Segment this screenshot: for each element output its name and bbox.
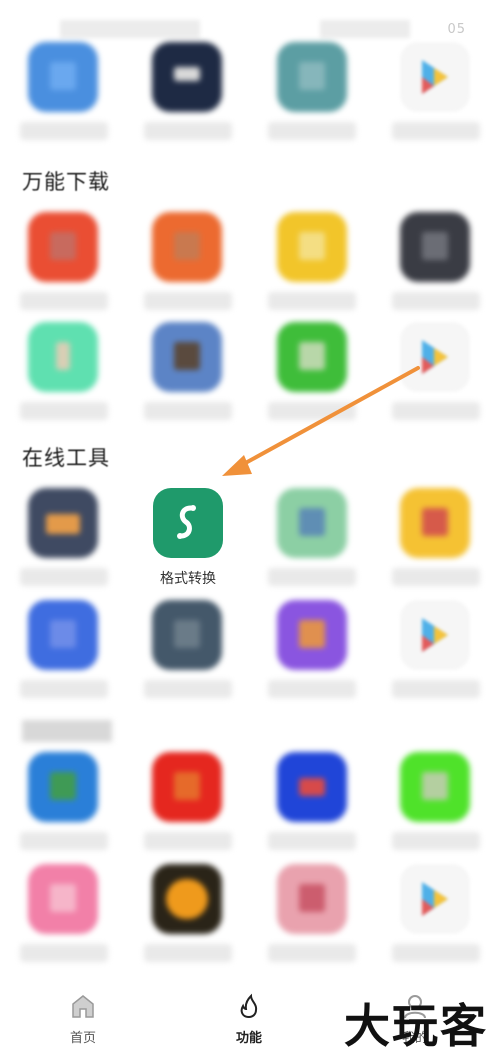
tab-home-label: 首页 [69,1031,96,1046]
tab-features[interactable]: 功能 [209,993,289,1046]
flame-icon [240,993,258,1019]
annotation-arrow [222,366,420,476]
tab-home[interactable]: 首页 [43,993,123,1046]
tab-features-label: 功能 [235,1031,262,1046]
watermark-logo: 大玩客 [344,999,488,1053]
home-icon [72,995,94,1018]
